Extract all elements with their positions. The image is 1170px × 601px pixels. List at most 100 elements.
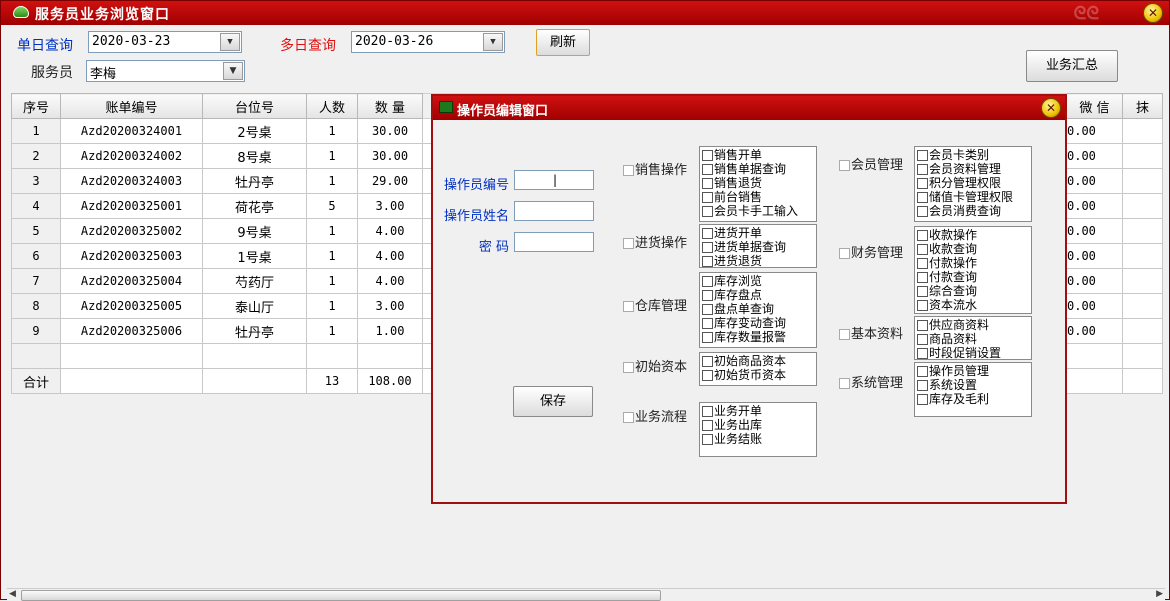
checkbox-icon[interactable]	[839, 378, 850, 389]
permission-item[interactable]: 库存及毛利	[917, 392, 1029, 406]
permission-item[interactable]: 系统设置	[917, 378, 1029, 392]
permission-item[interactable]: 付款查询	[917, 270, 1029, 284]
permission-item[interactable]: 进货单据查询	[702, 240, 814, 254]
checkbox-icon[interactable]	[917, 272, 928, 283]
checkbox-icon[interactable]	[623, 412, 634, 423]
permission-item[interactable]: 会员消费查询	[917, 204, 1029, 218]
dialog-close-icon[interactable]: ✕	[1041, 98, 1061, 118]
group-purchase-checkbox[interactable]: 进货操作	[623, 232, 687, 251]
checkbox-icon[interactable]	[917, 348, 928, 359]
permission-item[interactable]: 会员资料管理	[917, 162, 1029, 176]
single-date-picker[interactable]: 2020-03-23 ▼	[88, 31, 242, 53]
checkbox-icon[interactable]	[702, 228, 713, 239]
col-header-bill[interactable]: 账单编号	[60, 93, 203, 119]
checkbox-icon[interactable]	[702, 420, 713, 431]
group-basic-checkbox[interactable]: 基本资料	[839, 323, 903, 342]
checkbox-icon[interactable]	[917, 320, 928, 331]
checkbox-icon[interactable]	[702, 434, 713, 445]
permission-item[interactable]: 业务开单	[702, 404, 814, 418]
checkbox-icon[interactable]	[839, 160, 850, 171]
checkbox-icon[interactable]	[917, 244, 928, 255]
group-system-checkbox[interactable]: 系统管理	[839, 372, 903, 391]
checkbox-icon[interactable]	[917, 366, 928, 377]
col-header-table[interactable]: 台位号	[202, 93, 307, 119]
group-warehouse-checkbox[interactable]: 仓库管理	[623, 295, 687, 314]
group-finance-checkbox[interactable]: 财务管理	[839, 242, 903, 261]
checkbox-icon[interactable]	[702, 356, 713, 367]
checkbox-icon[interactable]	[702, 406, 713, 417]
permission-item[interactable]: 销售单据查询	[702, 162, 814, 176]
permission-item[interactable]: 销售退货	[702, 176, 814, 190]
checkbox-icon[interactable]	[917, 258, 928, 269]
checkbox-icon[interactable]	[917, 178, 928, 189]
group-member-checkbox[interactable]: 会员管理	[839, 154, 903, 173]
permission-item[interactable]: 业务结账	[702, 432, 814, 446]
close-icon[interactable]: ✕	[1143, 3, 1163, 23]
chevron-down-icon[interactable]: ▼	[223, 62, 243, 80]
checkbox-icon[interactable]	[702, 318, 713, 329]
permission-item[interactable]: 付款操作	[917, 256, 1029, 270]
checkbox-icon[interactable]	[917, 334, 928, 345]
checkbox-icon[interactable]	[702, 206, 713, 217]
checkbox-icon[interactable]	[623, 165, 634, 176]
checkbox-icon[interactable]	[702, 290, 713, 301]
operator-id-input[interactable]: |	[514, 170, 594, 190]
title-bar[interactable]: 服务员业务浏览窗口 ᘓᘓ ✕	[1, 1, 1169, 25]
checkbox-icon[interactable]	[702, 242, 713, 253]
permission-item[interactable]: 综合查询	[917, 284, 1029, 298]
permission-item[interactable]: 销售开单	[702, 148, 814, 162]
checkbox-icon[interactable]	[623, 362, 634, 373]
checkbox-icon[interactable]	[917, 394, 928, 405]
permission-item[interactable]: 库存盘点	[702, 288, 814, 302]
col-header-seq[interactable]: 序号	[11, 93, 61, 119]
permission-item[interactable]: 初始货币资本	[702, 368, 814, 382]
permission-item[interactable]: 业务出库	[702, 418, 814, 432]
checkbox-icon[interactable]	[917, 300, 928, 311]
checkbox-icon[interactable]	[702, 150, 713, 161]
checkbox-icon[interactable]	[917, 150, 928, 161]
group-sales-checkbox[interactable]: 销售操作	[623, 159, 687, 178]
waiter-select[interactable]: 李梅 ▼	[86, 60, 245, 82]
multi-date-picker[interactable]: 2020-03-26 ▼	[351, 31, 505, 53]
checkbox-icon[interactable]	[917, 192, 928, 203]
checkbox-icon[interactable]	[623, 238, 634, 249]
permission-item[interactable]: 会员卡手工输入	[702, 204, 814, 218]
password-input[interactable]	[514, 232, 594, 252]
checkbox-icon[interactable]	[702, 178, 713, 189]
save-button[interactable]: 保存	[513, 386, 593, 417]
checkbox-icon[interactable]	[917, 206, 928, 217]
permission-item[interactable]: 收款操作	[917, 228, 1029, 242]
col-header-people[interactable]: 人数	[306, 93, 358, 119]
permission-item[interactable]: 进货开单	[702, 226, 814, 240]
col-header-wechat[interactable]: 微 信	[1066, 93, 1123, 119]
permission-item[interactable]: 初始商品资本	[702, 354, 814, 368]
operator-name-input[interactable]	[514, 201, 594, 221]
group-initial-checkbox[interactable]: 初始资本	[623, 356, 687, 375]
col-header-discount[interactable]: 抹	[1122, 93, 1163, 119]
permission-item[interactable]: 储值卡管理权限	[917, 190, 1029, 204]
permission-item[interactable]: 收款查询	[917, 242, 1029, 256]
checkbox-icon[interactable]	[702, 332, 713, 343]
checkbox-icon[interactable]	[917, 230, 928, 241]
scroll-right-icon[interactable]: ▶	[1156, 589, 1163, 599]
col-header-qty[interactable]: 数 量	[357, 93, 423, 119]
checkbox-icon[interactable]	[917, 380, 928, 391]
checkbox-icon[interactable]	[917, 286, 928, 297]
checkbox-icon[interactable]	[702, 370, 713, 381]
dialog-title-bar[interactable]: 操作员编辑窗口 ✕	[433, 96, 1065, 120]
permission-item[interactable]: 会员卡类别	[917, 148, 1029, 162]
checkbox-icon[interactable]	[839, 329, 850, 340]
scroll-left-icon[interactable]: ◀	[9, 589, 16, 599]
permission-item[interactable]: 积分管理权限	[917, 176, 1029, 190]
permission-item[interactable]: 操作员管理	[917, 364, 1029, 378]
horizontal-scrollbar[interactable]: ◀ ▶	[7, 588, 1165, 601]
permission-item[interactable]: 进货退货	[702, 254, 814, 268]
checkbox-icon[interactable]	[702, 192, 713, 203]
summary-button[interactable]: 业务汇总	[1026, 50, 1118, 82]
permission-item[interactable]: 库存数量报警	[702, 330, 814, 344]
permission-item[interactable]: 供应商资料	[917, 318, 1029, 332]
checkbox-icon[interactable]	[702, 256, 713, 267]
checkbox-icon[interactable]	[623, 301, 634, 312]
chevron-down-icon[interactable]: ▼	[483, 33, 503, 51]
permission-item[interactable]: 库存浏览	[702, 274, 814, 288]
